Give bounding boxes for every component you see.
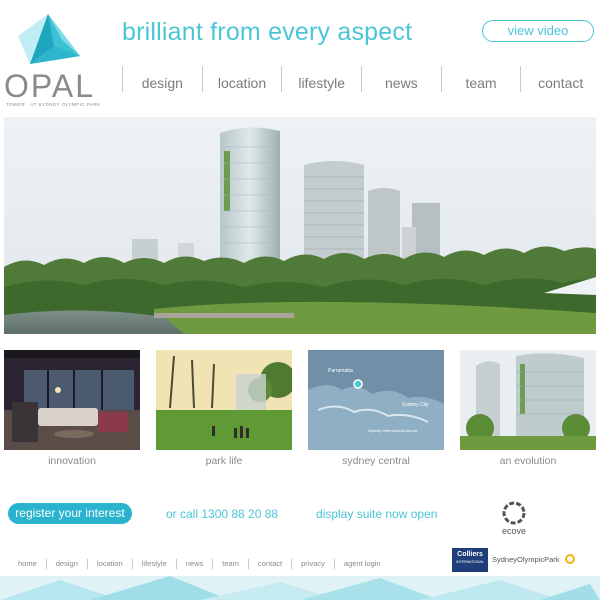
tile-sydney-central[interactable]: Parramatta Sydney City Sydney Internatio… xyxy=(308,350,444,467)
map-label-airport: Sydney International Airport xyxy=(368,428,418,433)
colliers-logo[interactable]: Colliers INTERNATIONAL xyxy=(452,548,488,572)
olympic-park-ring-icon xyxy=(565,554,575,564)
ecove-logo[interactable]: ecove xyxy=(494,500,534,536)
ecove-mark-icon xyxy=(502,501,526,525)
footer-link-design[interactable]: design xyxy=(45,559,87,569)
footer-nav: home design location lifestyle news team… xyxy=(8,558,390,570)
hero-image xyxy=(4,117,596,334)
footer-link-news[interactable]: news xyxy=(175,559,213,569)
towers-photo-icon xyxy=(460,350,596,450)
brand-name: OPAL xyxy=(4,68,95,104)
park-photo-icon xyxy=(156,350,292,450)
register-interest-button[interactable]: register your interest xyxy=(8,503,132,524)
footer-decor-band xyxy=(0,576,600,600)
main-nav: design location lifestyle news team cont… xyxy=(122,66,600,92)
ecove-label: ecove xyxy=(501,526,527,536)
map-label-parramatta: Parramatta xyxy=(328,368,353,374)
footer-link-team[interactable]: team xyxy=(212,559,248,569)
tile-caption: innovation xyxy=(48,455,96,467)
brand-subline: TOWER · AT SYDNEY OLYMPIC PARK xyxy=(6,102,101,107)
footer-link-home[interactable]: home xyxy=(8,559,46,569)
footer-link-agent-login[interactable]: agent login xyxy=(333,559,390,569)
call-phone-link[interactable]: or call 1300 88 20 88 xyxy=(166,507,278,521)
map-label-sydney-city: Sydney City xyxy=(402,402,429,408)
nav-lifestyle[interactable]: lifestyle xyxy=(281,66,361,92)
footer-link-lifestyle[interactable]: lifestyle xyxy=(131,559,176,569)
tile-caption: park life xyxy=(205,455,243,467)
interior-photo-icon xyxy=(4,350,140,450)
nav-news[interactable]: news xyxy=(361,66,441,92)
nav-design[interactable]: design xyxy=(122,66,202,92)
opal-logo[interactable]: OPAL TOWER · AT SYDNEY OLYMPIC PARK xyxy=(4,8,104,108)
nav-team[interactable]: team xyxy=(440,66,521,92)
tile-caption: sydney central xyxy=(342,455,410,467)
tagline: brilliant from every aspect xyxy=(122,18,413,46)
tile-caption: an evolution xyxy=(499,455,557,467)
colliers-sublabel: INTERNATIONAL xyxy=(456,560,484,564)
prism-logo-icon xyxy=(18,14,80,64)
nav-location[interactable]: location xyxy=(201,66,282,92)
footer-link-contact[interactable]: contact xyxy=(247,559,291,569)
footer-link-privacy[interactable]: privacy xyxy=(291,559,334,569)
tile-an-evolution[interactable]: an evolution xyxy=(460,350,596,467)
sydney-olympic-park-logo[interactable]: SydneyOlympicPark xyxy=(492,555,560,564)
feature-tiles: innovation park life Parramatta Sydney C… xyxy=(4,350,596,470)
colliers-label: Colliers xyxy=(457,551,483,558)
display-suite-link[interactable]: display suite now open xyxy=(316,507,437,521)
view-video-button[interactable]: view video xyxy=(482,20,594,42)
footer-link-location[interactable]: location xyxy=(86,559,132,569)
tile-innovation[interactable]: innovation xyxy=(4,350,140,467)
tile-park-life[interactable]: park life xyxy=(156,350,292,467)
map-photo-icon: Parramatta Sydney City Sydney Internatio… xyxy=(308,350,444,450)
nav-contact[interactable]: contact xyxy=(520,66,600,92)
